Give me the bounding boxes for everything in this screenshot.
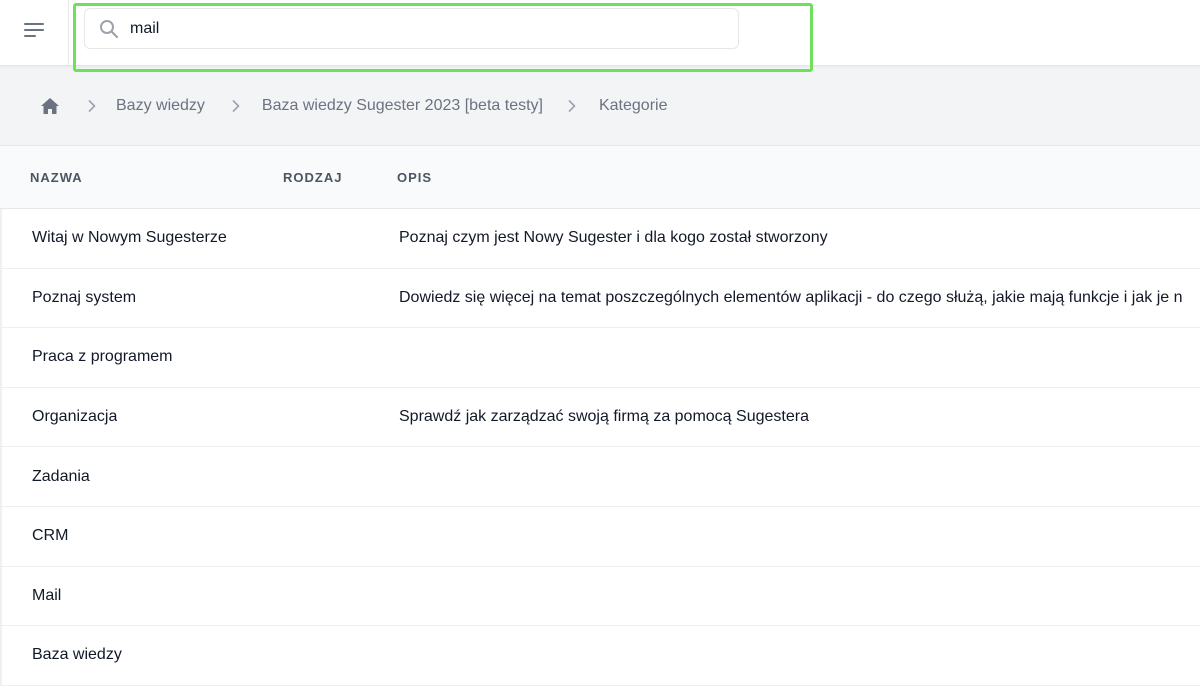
column-header-nazwa[interactable]: NAZWA: [30, 170, 83, 185]
home-icon[interactable]: [39, 95, 61, 117]
column-header-opis[interactable]: OPIS: [397, 170, 432, 185]
categories-table: NAZWA RODZAJ OPIS Witaj w Nowym Sugester…: [0, 146, 1200, 686]
row-description: Dowiedz się więcej na temat poszczególny…: [399, 288, 1183, 306]
table-row[interactable]: Witaj w Nowym Sugesterze Poznaj czym jes…: [0, 209, 1200, 269]
row-name[interactable]: Poznaj system: [32, 289, 136, 307]
row-name[interactable]: Zadania: [32, 468, 90, 486]
search-icon: [98, 18, 120, 40]
row-name[interactable]: CRM: [32, 527, 68, 545]
row-name[interactable]: Organizacja: [32, 408, 117, 426]
header-divider: [68, 0, 69, 66]
row-name[interactable]: Baza wiedzy: [32, 646, 122, 664]
breadcrumb-item-bazy-wiedzy[interactable]: Bazy wiedzy: [116, 97, 205, 115]
column-header-rodzaj[interactable]: RODZAJ: [283, 170, 342, 185]
table-row[interactable]: Zadania: [0, 447, 1200, 507]
breadcrumb-item-kategorie[interactable]: Kategorie: [599, 97, 668, 115]
table-row[interactable]: Mail: [0, 566, 1200, 627]
hamburger-menu-icon[interactable]: [14, 14, 54, 46]
breadcrumb: Bazy wiedzy Baza wiedzy Sugester 2023 [b…: [0, 66, 1200, 146]
row-name[interactable]: Witaj w Nowym Sugesterze: [32, 229, 227, 247]
chevron-right-icon: [85, 99, 99, 113]
row-name[interactable]: Mail: [32, 587, 61, 605]
row-description: Poznaj czym jest Nowy Sugester i dla kog…: [399, 229, 828, 247]
table-header: NAZWA RODZAJ OPIS: [0, 146, 1200, 209]
breadcrumb-item-baza-wiedzy[interactable]: Baza wiedzy Sugester 2023 [beta testy]: [262, 97, 543, 115]
table-row[interactable]: Baza wiedzy: [0, 626, 1200, 686]
table-row[interactable]: Organizacja Sprawdź jak zarządzać swoją …: [0, 387, 1200, 448]
table-row[interactable]: CRM: [0, 506, 1200, 567]
row-name[interactable]: Praca z programem: [32, 348, 173, 366]
table-row[interactable]: Praca z programem: [0, 328, 1200, 388]
search-input[interactable]: [130, 19, 710, 38]
chevron-right-icon: [565, 99, 579, 113]
chevron-right-icon: [229, 99, 243, 113]
table-row[interactable]: Poznaj system Dowiedz się więcej na tema…: [0, 268, 1200, 329]
row-description: Sprawdź jak zarządzać swoją firmą za pom…: [399, 408, 809, 426]
search-box[interactable]: [84, 8, 739, 49]
top-bar: [0, 0, 1200, 66]
